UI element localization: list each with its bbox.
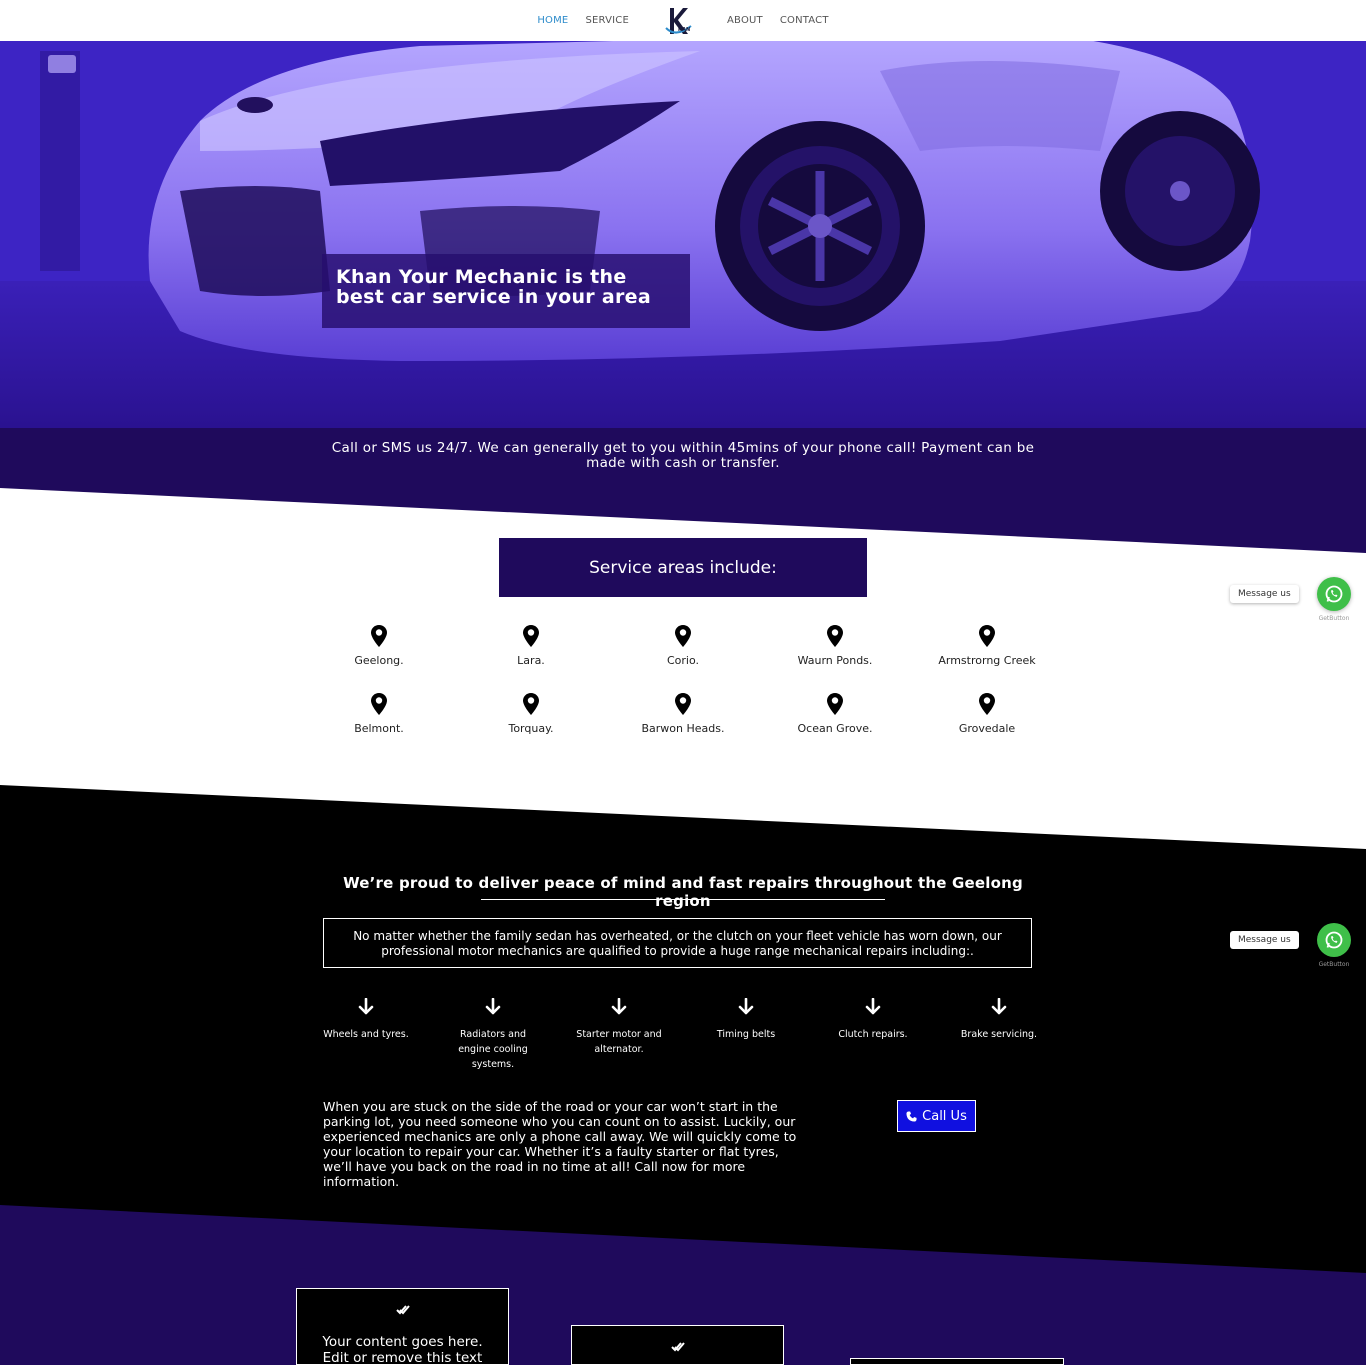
service-areas-section: Service areas include: Geelong. Lara. Co…	[0, 488, 1366, 818]
whatsapp-button[interactable]	[1317, 577, 1351, 611]
arrow-down-icon	[738, 997, 754, 1015]
hero-tagline: Call or SMS us 24/7. We can generally ge…	[331, 440, 1035, 471]
area-label: Belmont.	[354, 722, 404, 735]
repairs-heading: We’re proud to deliver peace of mind and…	[343, 874, 1023, 910]
area-label: Waurn Ponds.	[797, 654, 873, 667]
double-check-icon	[395, 1305, 410, 1315]
arrow-down-icon	[611, 997, 627, 1015]
area-item: Waurn Ponds.	[759, 625, 911, 667]
map-pin-icon	[827, 625, 843, 647]
hero-headline: Khan Your Mechanic is the best car servi…	[336, 267, 676, 307]
whatsapp-message-label[interactable]: Message us	[1230, 931, 1299, 949]
service-label: Timing belts	[716, 1029, 776, 1040]
repairs-intro: No matter whether the family sedan has o…	[353, 929, 1002, 958]
area-label: Torquay.	[508, 722, 554, 735]
nav-home[interactable]: HOME	[537, 15, 568, 26]
getbutton-credit: GetButton	[1318, 615, 1350, 622]
call-us-button[interactable]: Call Us	[897, 1100, 976, 1132]
area-item: Geelong.	[303, 625, 455, 667]
arrow-down-icon	[991, 997, 1007, 1015]
service-label: Wheels and tyres.	[323, 1029, 409, 1040]
whatsapp-button[interactable]	[1317, 923, 1351, 957]
hero-section: Khan Your Mechanic is the best car servi…	[0, 41, 1366, 428]
svg-text:HAN: HAN	[678, 27, 690, 33]
features-section: Your content goes here. Edit or remove t…	[0, 1205, 1366, 1365]
service-label: Starter motor and alternator.	[576, 1029, 662, 1055]
area-item: Barwon Heads.	[607, 693, 759, 735]
service-item: Brake servicing.	[954, 997, 1044, 1042]
repairs-paragraph: When you are stuck on the side of the ro…	[323, 1099, 797, 1189]
area-item: Corio.	[607, 625, 759, 667]
diagonal-divider-bottom	[0, 1205, 1366, 1273]
area-item: Belmont.	[303, 693, 455, 735]
area-item: Torquay.	[455, 693, 607, 735]
arrow-down-icon	[865, 997, 881, 1015]
top-navigation: HOME SERVICE HAN ABOUT CONTACT	[0, 0, 1366, 41]
service-item: Timing belts	[701, 997, 791, 1042]
whatsapp-widget: Message us GetButton	[1230, 923, 1366, 973]
area-label: Grovedale	[958, 722, 1016, 735]
service-item: Wheels and tyres.	[321, 997, 411, 1042]
map-pin-icon	[371, 625, 387, 647]
area-label: Ocean Grove.	[797, 722, 873, 735]
heading-divider	[481, 899, 885, 900]
hero-headline-box: Khan Your Mechanic is the best car servi…	[322, 254, 690, 328]
feature-card-text: Your content goes here. Edit or remove t…	[322, 1334, 483, 1365]
service-areas-title: Service areas include:	[499, 538, 867, 597]
hero-headline-line1: Khan Your Mechanic is the	[336, 266, 627, 288]
nav-service[interactable]: SERVICE	[585, 15, 629, 26]
diagonal-divider-middle	[0, 785, 1366, 849]
area-label: Barwon Heads.	[641, 722, 725, 735]
nav-contact[interactable]: CONTACT	[780, 15, 829, 26]
map-pin-icon	[827, 693, 843, 715]
map-pin-icon	[371, 693, 387, 715]
map-pin-icon	[979, 693, 995, 715]
khan-logo[interactable]: HAN	[660, 2, 696, 40]
whatsapp-message-label[interactable]: Message us	[1230, 585, 1299, 603]
hero-headline-line2: best car service in your area	[336, 286, 651, 308]
whatsapp-icon	[1325, 585, 1343, 603]
whatsapp-icon	[1325, 931, 1343, 949]
map-pin-icon	[675, 693, 691, 715]
arrow-down-icon	[485, 997, 501, 1015]
hero-car-image	[0, 41, 1366, 428]
area-item: Ocean Grove.	[759, 693, 911, 735]
area-label: Geelong.	[354, 654, 404, 667]
feature-card	[571, 1325, 784, 1365]
area-label: Lara.	[517, 654, 545, 667]
double-check-icon	[670, 1342, 685, 1352]
service-label: Radiators and engine cooling systems.	[458, 1029, 528, 1070]
service-item: Starter motor and alternator.	[574, 997, 664, 1057]
feature-card	[850, 1358, 1064, 1365]
service-item: Clutch repairs.	[828, 997, 918, 1042]
service-label: Brake servicing.	[960, 1029, 1038, 1040]
phone-icon	[906, 1110, 917, 1122]
area-item: Lara.	[455, 625, 607, 667]
map-pin-icon	[675, 625, 691, 647]
getbutton-credit: GetButton	[1318, 961, 1350, 968]
area-label: Corio.	[666, 654, 700, 667]
service-item: Radiators and engine cooling systems.	[448, 997, 538, 1072]
feature-card: Your content goes here. Edit or remove t…	[296, 1288, 509, 1365]
map-pin-icon	[979, 625, 995, 647]
arrow-down-icon	[358, 997, 374, 1015]
map-pin-icon	[523, 693, 539, 715]
area-item: Grovedale	[911, 693, 1063, 735]
whatsapp-widget: Message us GetButton	[1230, 577, 1366, 627]
nav-about[interactable]: ABOUT	[727, 15, 763, 26]
area-label: Armstrorng Creek	[938, 654, 1036, 667]
service-label: Clutch repairs.	[838, 1029, 908, 1040]
map-pin-icon	[523, 625, 539, 647]
repairs-intro-box: No matter whether the family sedan has o…	[323, 918, 1032, 968]
call-us-label: Call Us	[922, 1108, 967, 1124]
area-item: Armstrorng Creek	[911, 625, 1063, 667]
